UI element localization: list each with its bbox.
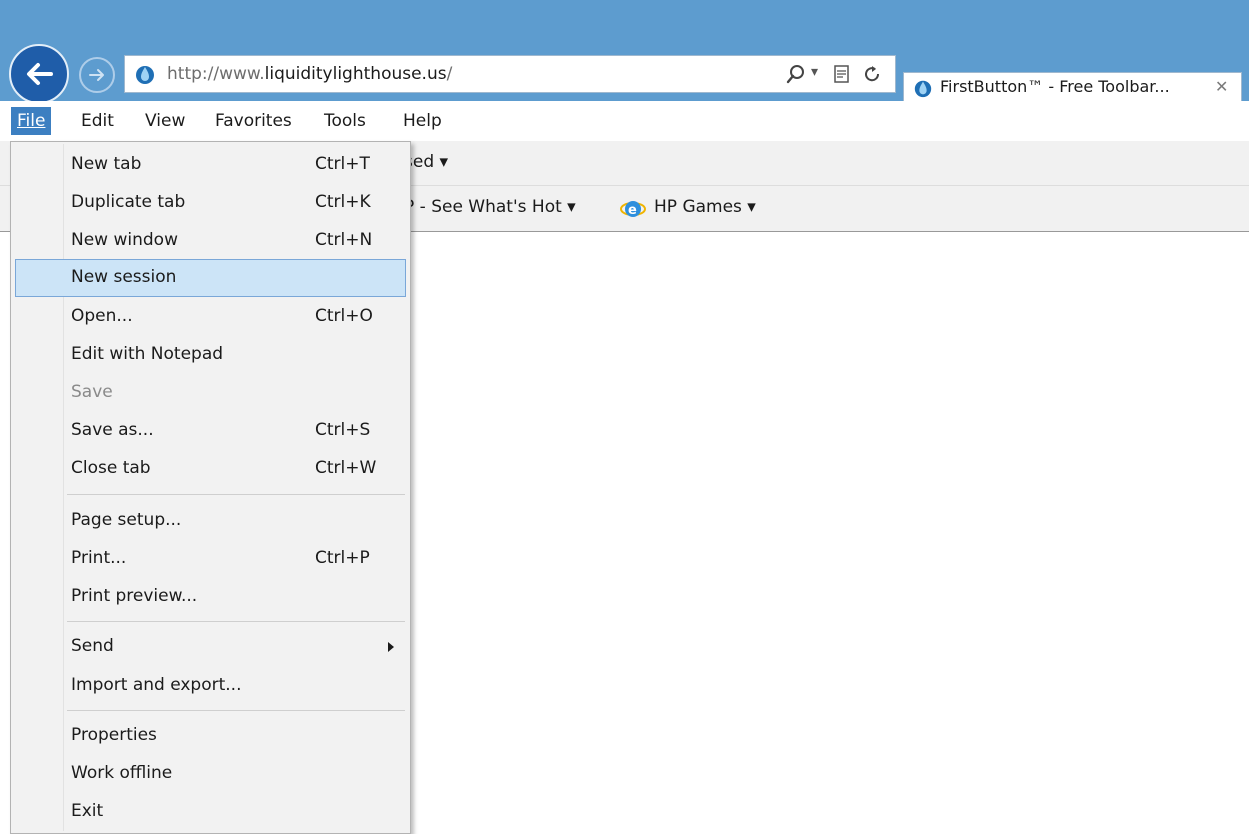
menu-help[interactable]: Help — [397, 107, 448, 135]
menu-separator — [67, 494, 405, 495]
menu-item-label: Properties — [71, 725, 157, 745]
address-bar[interactable]: http://www.liquiditylighthouse.us/ ▾ — [124, 55, 896, 93]
menu-item-page-setup[interactable]: Page setup... — [15, 502, 406, 540]
menu-item-shortcut: Ctrl+O — [315, 306, 373, 326]
url-domain: liquiditylighthouse.us — [264, 64, 447, 84]
menu-item-duplicate-tab[interactable]: Duplicate tab Ctrl+K — [15, 184, 406, 222]
favorites-hp-games-label: HP Games ▾ — [654, 197, 756, 217]
menu-item-label: Page setup... — [71, 510, 182, 530]
menu-separator — [67, 710, 405, 711]
menu-item-label: Open... — [71, 306, 133, 326]
menu-item-label: Save — [71, 382, 113, 402]
menu-file[interactable]: File — [11, 107, 52, 135]
address-url[interactable]: http://www.liquiditylighthouse.us/ — [167, 64, 452, 84]
browser-tab[interactable]: FirstButton™ - Free Toolbar... ✕ — [903, 72, 1242, 101]
menu-item-label: New session — [71, 267, 177, 287]
menu-item-label: Print preview... — [71, 586, 198, 606]
water-drop-icon — [136, 66, 154, 84]
menu-item-import-export[interactable]: Import and export... — [15, 667, 406, 705]
menu-favorites-label: Favorites — [215, 111, 292, 131]
menu-file-label: File — [17, 111, 46, 131]
submenu-arrow-icon — [388, 642, 394, 652]
menu-item-shortcut: Ctrl+W — [315, 458, 377, 478]
menu-item-shortcut: Ctrl+P — [315, 548, 370, 568]
menu-item-shortcut: Ctrl+T — [315, 154, 370, 174]
menu-item-label: Import and export... — [71, 675, 242, 695]
menu-item-label: Edit with Notepad — [71, 344, 224, 364]
menu-item-save: Save — [15, 374, 406, 412]
menu-item-shortcut: Ctrl+K — [315, 192, 371, 212]
menu-favorites[interactable]: Favorites — [209, 107, 298, 135]
menu-item-shortcut: Ctrl+N — [315, 230, 373, 250]
menu-item-exit[interactable]: Exit — [15, 793, 406, 831]
favorites-hp-hot[interactable]: P - See What's Hot ▾ — [404, 197, 576, 217]
menu-item-label: New window — [71, 230, 178, 250]
menu-item-shortcut: Ctrl+S — [315, 420, 371, 440]
back-button[interactable] — [9, 44, 69, 104]
menu-edit-label: Edit — [81, 111, 114, 131]
menu-item-send[interactable]: Send — [15, 628, 406, 666]
menu-item-work-offline[interactable]: Work offline — [15, 755, 406, 793]
menu-item-label: Work offline — [71, 763, 173, 783]
compatibility-view-icon[interactable] — [831, 63, 853, 85]
tab-title: FirstButton™ - Free Toolbar... — [940, 77, 1170, 96]
menu-item-edit-with-notepad[interactable]: Edit with Notepad — [15, 336, 406, 374]
menu-help-label: Help — [403, 111, 442, 131]
close-icon[interactable]: ✕ — [1215, 77, 1228, 96]
menu-tools[interactable]: Tools — [318, 107, 372, 135]
refresh-icon[interactable] — [860, 62, 884, 86]
menu-separator — [67, 621, 405, 622]
menu-item-label: Exit — [71, 801, 104, 821]
menu-item-new-session[interactable]: New session — [15, 259, 406, 297]
menu-item-open[interactable]: Open... Ctrl+O — [15, 298, 406, 336]
menu-bar: File Edit View Favorites Tools Help — [0, 101, 1249, 141]
menu-item-label: Print... — [71, 548, 127, 568]
menu-view-label: View — [145, 111, 186, 131]
file-menu: New tab Ctrl+T Duplicate tab Ctrl+K New … — [10, 141, 411, 834]
menu-item-label: Send — [71, 636, 114, 656]
water-drop-icon — [914, 80, 932, 98]
menu-item-label: New tab — [71, 154, 142, 174]
url-suffix: / — [446, 64, 453, 84]
ie-logo-icon: e — [620, 201, 646, 218]
search-dropdown-icon[interactable]: ▾ — [811, 64, 818, 80]
menu-item-label: Save as... — [71, 420, 154, 440]
url-prefix: http://www. — [167, 64, 265, 84]
search-icon[interactable] — [785, 63, 807, 85]
menu-view[interactable]: View — [139, 107, 191, 135]
forward-arrow-icon — [89, 69, 104, 81]
menu-item-label: Close tab — [71, 458, 151, 478]
menu-item-print[interactable]: Print... Ctrl+P — [15, 540, 406, 578]
forward-button[interactable] — [79, 57, 115, 93]
back-arrow-icon — [27, 63, 53, 85]
menu-tools-label: Tools — [324, 111, 366, 131]
menu-item-properties[interactable]: Properties — [15, 717, 406, 755]
menu-item-print-preview[interactable]: Print preview... — [15, 578, 406, 616]
menu-item-new-window[interactable]: New window Ctrl+N — [15, 222, 406, 260]
menu-item-label: Duplicate tab — [71, 192, 186, 212]
menu-edit[interactable]: Edit — [75, 107, 120, 135]
svg-text:e: e — [628, 203, 637, 218]
menu-item-new-tab[interactable]: New tab Ctrl+T — [15, 146, 406, 184]
menu-item-close-tab[interactable]: Close tab Ctrl+W — [15, 450, 406, 488]
menu-item-save-as[interactable]: Save as... Ctrl+S — [15, 412, 406, 450]
browser-titlebar: http://www.liquiditylighthouse.us/ ▾ Fir… — [0, 0, 1249, 104]
